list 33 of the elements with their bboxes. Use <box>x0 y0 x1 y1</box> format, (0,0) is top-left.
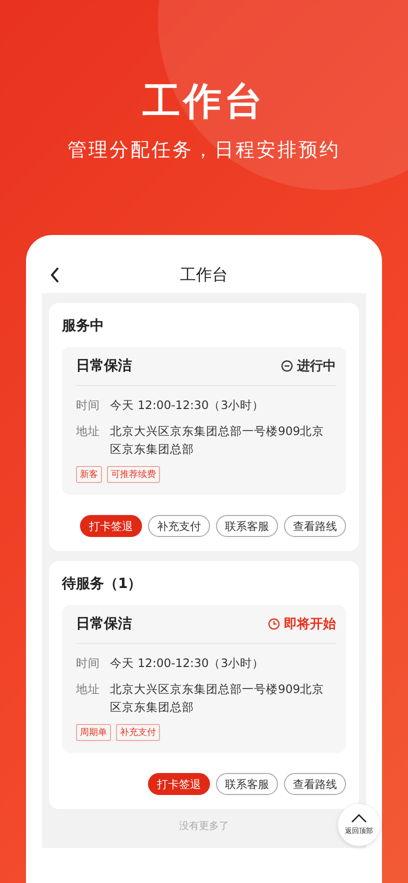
action-button[interactable]: 联系客服 <box>216 515 278 537</box>
end-of-list-text: 没有更多了 <box>179 820 229 833</box>
action-button[interactable]: 联系客服 <box>216 773 278 795</box>
tag: 可推荐续费 <box>107 466 160 483</box>
tag: 周期单 <box>76 724 111 741</box>
chevron-up-icon <box>351 814 367 823</box>
tag: 补充支付 <box>116 724 160 741</box>
back-icon[interactable] <box>50 267 60 283</box>
field-label: 地址 <box>76 423 100 440</box>
minus-circle-icon <box>281 360 293 372</box>
hero-title: 工作台 <box>142 78 266 125</box>
action-button[interactable]: 查看路线 <box>284 773 346 795</box>
field-label: 时间 <box>76 397 100 414</box>
field-value: 今天 12:00-12:30（3小时） <box>110 397 264 414</box>
status-text: 进行中 <box>297 358 336 375</box>
service-name: 日常保洁 <box>76 357 132 375</box>
screen-title: 工作台 <box>180 264 228 286</box>
action-button[interactable]: 打卡签退 <box>148 773 210 795</box>
hero-subtitle: 管理分配任务，日程安排预约 <box>68 138 340 163</box>
action-button[interactable]: 打卡签退 <box>80 515 142 537</box>
field-label: 时间 <box>76 655 100 672</box>
field-value: 今天 12:00-12:30（3小时） <box>110 655 264 672</box>
field-value: 北京大兴区京东集团总部一号楼909北京区京东集团总部 <box>110 423 326 458</box>
section-heading: 服务中 <box>62 317 105 335</box>
field-value: 北京大兴区京东集团总部一号楼909北京区京东集团总部 <box>110 681 326 716</box>
service-name: 日常保洁 <box>76 615 132 633</box>
action-button[interactable]: 查看路线 <box>284 515 346 537</box>
field-label: 地址 <box>76 681 100 698</box>
section-heading: 待服务（1） <box>62 575 143 593</box>
status-text: 即将开始 <box>284 616 336 633</box>
clock-icon <box>268 618 280 630</box>
action-button[interactable]: 补充支付 <box>148 515 210 537</box>
tag: 新客 <box>76 466 102 483</box>
